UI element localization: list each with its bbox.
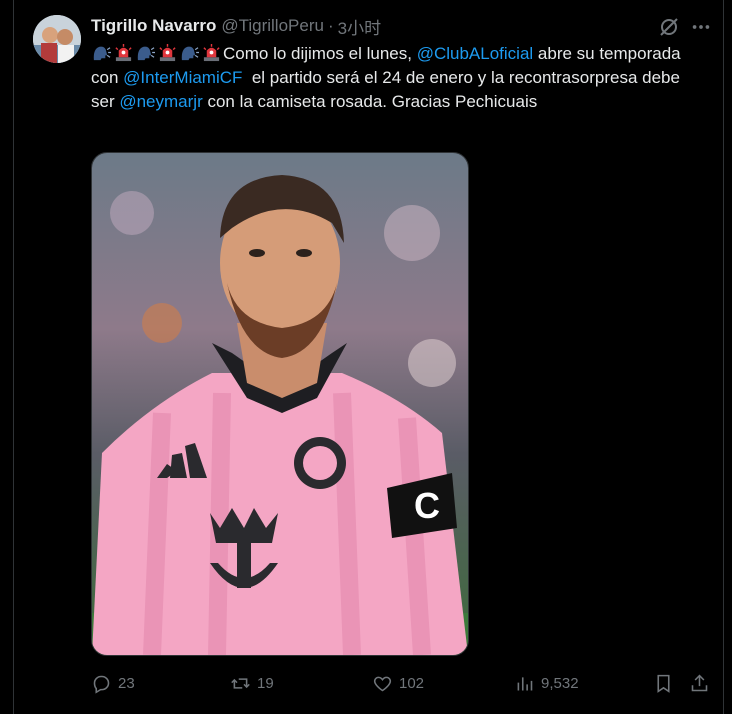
- reply-button[interactable]: 23: [91, 670, 135, 696]
- emoji-row: [91, 43, 223, 63]
- repost-icon: [231, 677, 250, 689]
- reply-count: 23: [118, 674, 135, 692]
- police-light-icon: [157, 43, 179, 63]
- mention-neymarjr[interactable]: @neymarjr: [119, 92, 202, 111]
- like-button[interactable]: 102: [372, 670, 424, 696]
- bookmark-button[interactable]: [653, 670, 680, 696]
- tweet-text: Como lo dijimos el lunes, @ClubALoficial…: [91, 42, 691, 114]
- repost-button[interactable]: 19: [230, 670, 274, 696]
- speaking-head-icon: [135, 44, 157, 63]
- text-6: con la camiseta rosada. Gracias Pechicua…: [202, 92, 538, 111]
- reply-icon: [93, 675, 110, 694]
- repost-count: 19: [257, 674, 274, 692]
- separator-dot: ·: [327, 16, 334, 35]
- more-options-icon[interactable]: [689, 15, 713, 39]
- avatar[interactable]: [33, 15, 81, 63]
- mention-intermiamicf[interactable]: @InterMiamiCF: [123, 68, 242, 87]
- police-light-icon: [201, 43, 223, 63]
- share-icon: [691, 674, 708, 691]
- police-light-icon: [113, 43, 135, 63]
- display-name[interactable]: Tigrillo Navarro: [91, 16, 216, 36]
- like-count: 102: [399, 674, 425, 692]
- bookmark-icon: [657, 674, 670, 693]
- svg-text:C: C: [414, 485, 440, 526]
- analytics-icon: [517, 676, 533, 690]
- tweet-image[interactable]: C: [91, 152, 469, 656]
- grok-icon[interactable]: [657, 15, 681, 39]
- speaking-head-icon: [91, 44, 113, 63]
- heart-icon: [373, 676, 392, 691]
- user-handle[interactable]: @TigrilloPeru: [221, 16, 324, 36]
- action-bar: 23 19 102 9,532: [91, 670, 711, 696]
- speaking-head-icon: [179, 44, 201, 63]
- tweet-header: Tigrillo Navarro @TigrilloPeru · 3小时: [91, 14, 381, 38]
- share-button[interactable]: [689, 670, 716, 696]
- view-count: 9,532: [541, 674, 579, 692]
- text-0: Como lo dijimos el lunes,: [223, 44, 417, 63]
- views-button[interactable]: 9,532: [514, 670, 579, 696]
- timestamp[interactable]: 3小时: [338, 14, 381, 39]
- mention-clubaloficial[interactable]: @ClubALoficial: [417, 44, 533, 63]
